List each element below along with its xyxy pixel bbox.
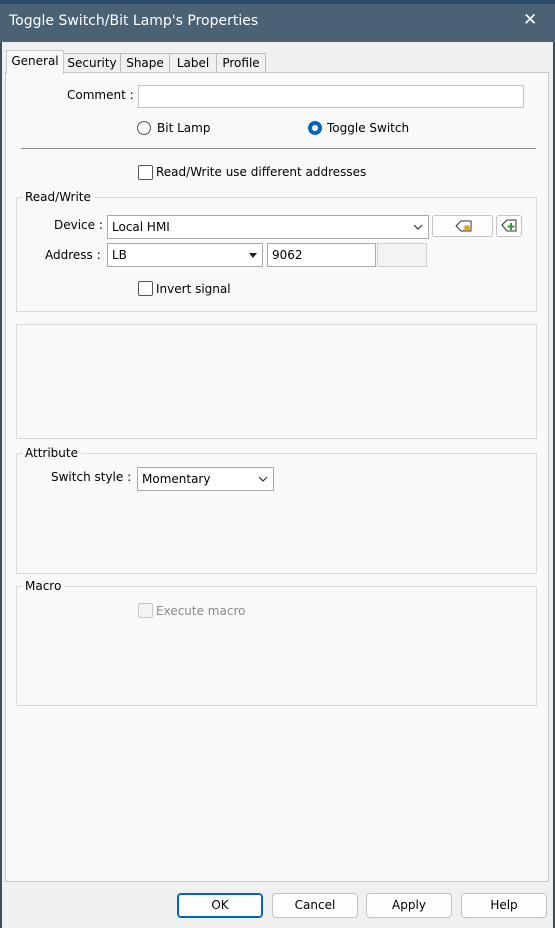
cancel-button[interactable]: Cancel (272, 893, 358, 918)
general-panel: Comment : Bit Lamp Toggle Switch Read/Wr… (5, 72, 549, 882)
bit-lamp-label: Bit Lamp (157, 121, 211, 135)
toggle-switch-label: Toggle Switch (327, 121, 410, 135)
toggle-switch-radio[interactable] (308, 121, 322, 135)
add-device-button[interactable] (496, 215, 522, 237)
tab-profile[interactable]: Profile (216, 53, 266, 73)
comment-input[interactable] (138, 85, 524, 108)
tab-label[interactable]: Label (169, 53, 217, 73)
invert-signal-label: Invert signal (156, 282, 231, 296)
address-label: Address : (45, 248, 101, 262)
device-settings-button[interactable] (432, 215, 493, 237)
execute-macro-checkbox[interactable] (138, 603, 153, 618)
close-icon[interactable]: ✕ (523, 11, 537, 29)
switch-style-value: Momentary (142, 472, 211, 486)
macro-group-title: Macro (22, 579, 65, 593)
tab-shape[interactable]: Shape (120, 53, 170, 73)
device-label: Device : (54, 218, 103, 232)
switch-style-select[interactable]: Momentary (137, 467, 274, 491)
address-type-select[interactable]: LB (107, 243, 263, 267)
address-extra-field (377, 243, 427, 267)
help-button[interactable]: Help (461, 893, 547, 918)
invert-signal-checkbox[interactable] (138, 281, 153, 296)
address-input[interactable]: 9062 (267, 243, 376, 267)
window-title: Toggle Switch/Bit Lamp's Properties (9, 13, 259, 29)
chevron-down-icon (258, 476, 268, 482)
device-value: Local HMI (112, 220, 170, 234)
rw-diff-label: Read/Write use different addresses (156, 165, 367, 179)
macro-group (16, 586, 537, 706)
tab-general[interactable]: General (6, 50, 64, 74)
dropdown-arrow-icon (249, 253, 257, 258)
title-bar-top-strip (0, 0, 555, 4)
add-tag-icon (501, 219, 517, 232)
separator (21, 148, 536, 149)
device-select[interactable]: Local HMI (107, 215, 429, 239)
switch-style-label: Switch style : (51, 470, 132, 484)
execute-macro-label: Execute macro (156, 604, 246, 618)
bit-lamp-radio[interactable] (137, 121, 151, 135)
window-frame-left (0, 42, 2, 928)
apply-button[interactable]: Apply (366, 893, 452, 918)
comment-label: Comment : (67, 88, 134, 102)
empty-group (16, 324, 537, 439)
attribute-group-title: Attribute (22, 446, 81, 460)
ok-button[interactable]: OK (177, 893, 263, 918)
chevron-down-icon (413, 224, 423, 230)
tag-icon (455, 220, 472, 232)
rw-diff-checkbox[interactable] (138, 165, 153, 180)
tab-security[interactable]: Security (63, 53, 121, 73)
title-bar: Toggle Switch/Bit Lamp's Properties ✕ (0, 0, 555, 42)
address-type-value: LB (112, 248, 127, 262)
radio-selected-dot (312, 125, 318, 131)
read-write-group-title: Read/Write (22, 190, 94, 204)
